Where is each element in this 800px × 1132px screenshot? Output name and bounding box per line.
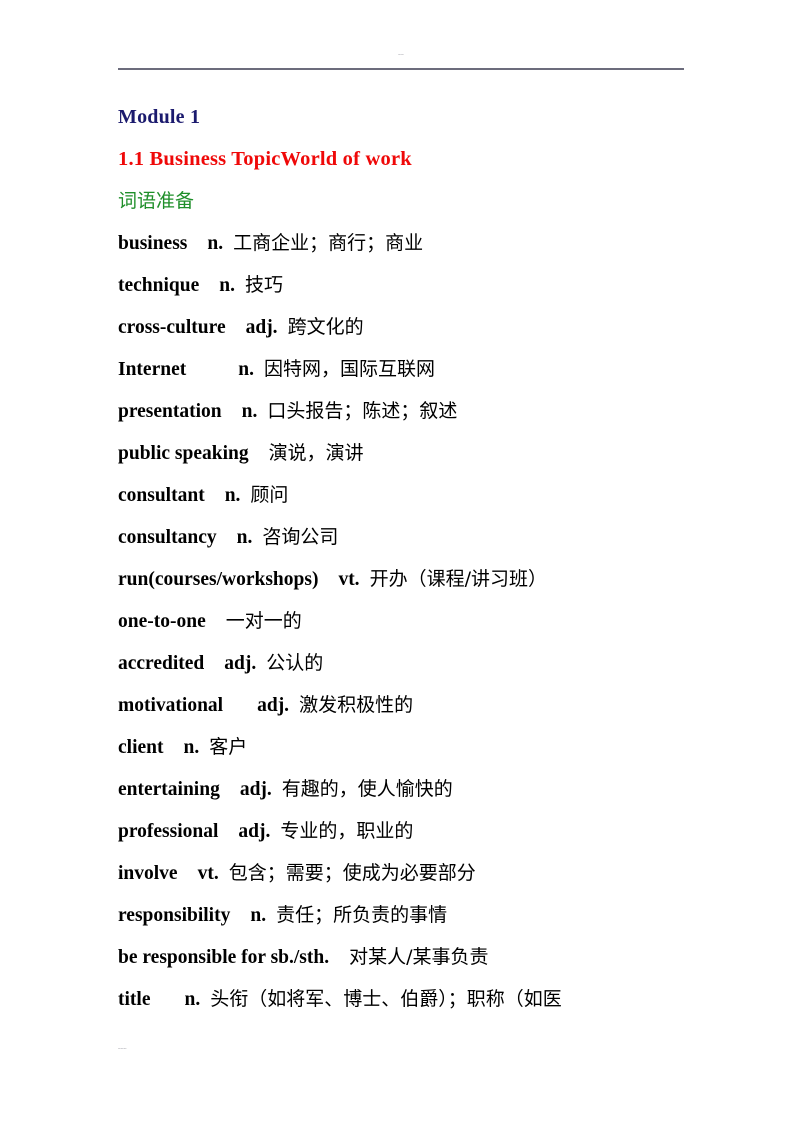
- vocabulary-term: involve: [118, 863, 178, 884]
- heading-topic-number: 1.1 Business Topic: [118, 148, 281, 170]
- vocabulary-entry: title n. 头衔（如将军、博士、伯爵）；职称（如医: [118, 978, 684, 1020]
- vocabulary-entry: technique n. 技巧: [118, 264, 684, 306]
- page-header: ~~: [118, 52, 684, 74]
- vocabulary-entry: consultant n. 顾问: [118, 474, 684, 516]
- vocabulary-gloss: 公认的: [266, 652, 324, 674]
- vocabulary-part-of-speech: n.: [224, 485, 241, 506]
- header-rule: [118, 68, 684, 70]
- footer-running-text: ~~~: [118, 1047, 127, 1052]
- vocabulary-part-of-speech: n.: [250, 905, 267, 926]
- vocabulary-entry: be responsible for sb./sth. 对某人/某事负责: [118, 936, 684, 978]
- vocabulary-term: motivational: [118, 695, 224, 716]
- vocabulary-gloss: 工商企业；商行；商业: [233, 232, 424, 254]
- vocabulary-gloss: 跨文化的: [287, 316, 364, 338]
- vocabulary-term: entertaining: [118, 779, 220, 800]
- vocabulary-term: client: [118, 737, 164, 758]
- vocabulary-gloss: 有趣的，使人愉快的: [281, 778, 453, 800]
- vocabulary-term: title: [118, 989, 151, 1010]
- vocabulary-term: public speaking: [118, 443, 249, 464]
- vocabulary-part-of-speech: n.: [219, 275, 235, 296]
- vocabulary-gloss: 技巧: [245, 274, 284, 296]
- vocabulary-part-of-speech: n.: [241, 401, 258, 422]
- vocabulary-term: accredited: [118, 653, 205, 674]
- vocabulary-entry: client n. 客户: [118, 726, 684, 768]
- vocabulary-term: presentation: [118, 401, 222, 422]
- vocabulary-part-of-speech: vt.: [197, 863, 219, 884]
- vocabulary-part-of-speech: adj.: [257, 695, 290, 716]
- vocabulary-list: business n. 工商企业；商行；商业 technique n. 技巧 cross-c…: [118, 222, 684, 1020]
- vocabulary-gloss: 顾问: [250, 484, 289, 506]
- heading-vocab-section: 词语准备: [118, 180, 684, 222]
- vocabulary-gloss: 头衔（如将军、博士、伯爵）；职称（如医: [210, 988, 562, 1010]
- vocabulary-term: technique: [118, 275, 200, 296]
- vocabulary-part-of-speech: adj.: [239, 779, 272, 800]
- vocabulary-term: run(courses/workshops): [118, 569, 319, 590]
- vocabulary-term: business: [118, 233, 188, 254]
- vocabulary-entry: business n. 工商企业；商行；商业: [118, 222, 684, 264]
- heading-module: Module 1: [118, 96, 684, 138]
- vocabulary-entry: professional adj. 专业的，职业的: [118, 810, 684, 852]
- vocabulary-part-of-speech: adj.: [238, 821, 271, 842]
- vocabulary-gloss: 演说，演讲: [268, 442, 364, 464]
- page-footer: ~~~: [118, 1046, 684, 1066]
- vocabulary-gloss: 包含；需要；使成为必要部分: [228, 862, 476, 884]
- vocabulary-term: Internet: [118, 359, 187, 380]
- vocabulary-gloss: 客户: [209, 736, 248, 758]
- vocabulary-term: consultant: [118, 485, 205, 506]
- vocabulary-entry: motivational adj. 激发积极性的: [118, 684, 684, 726]
- vocabulary-entry: involve vt. 包含；需要；使成为必要部分: [118, 852, 684, 894]
- vocabulary-gloss: 一对一的: [225, 610, 302, 632]
- vocabulary-gloss: 对某人/某事负责: [349, 946, 489, 968]
- vocabulary-part-of-speech: adj.: [245, 317, 278, 338]
- vocabulary-term: consultancy: [118, 527, 217, 548]
- heading-vocab-section-text: 词语准备: [118, 190, 195, 212]
- vocabulary-entry: responsibility n. 责任；所负责的事情: [118, 894, 684, 936]
- vocabulary-gloss: 口头报告；陈述；叙述: [267, 400, 458, 422]
- vocabulary-entry: one-to-one 一对一的: [118, 600, 684, 642]
- vocabulary-entry: accredited adj. 公认的: [118, 642, 684, 684]
- heading-business-topic: 1.1 Business TopicWorld of work: [118, 138, 684, 180]
- vocabulary-part-of-speech: n.: [238, 359, 254, 380]
- vocabulary-gloss: 因特网，国际互联网: [263, 358, 435, 380]
- vocabulary-part-of-speech: vt.: [338, 569, 360, 590]
- header-running-text: ~~: [398, 53, 404, 58]
- vocabulary-entry: Internet n. 因特网，国际互联网: [118, 348, 684, 390]
- vocabulary-entry: public speaking 演说，演讲: [118, 432, 684, 474]
- vocabulary-part-of-speech: n.: [207, 233, 224, 254]
- vocabulary-gloss: 开办（课程/讲习班）: [369, 568, 547, 590]
- vocabulary-term: responsibility: [118, 905, 231, 926]
- vocabulary-entry: cross-culture adj. 跨文化的: [118, 306, 684, 348]
- vocabulary-entry: consultancy n. 咨询公司: [118, 516, 684, 558]
- document-page: ~~ Module 1 1.1 Business TopicWorld of w…: [0, 0, 800, 1132]
- vocabulary-part-of-speech: n.: [184, 989, 201, 1010]
- vocabulary-gloss: 责任；所负责的事情: [276, 904, 448, 926]
- vocabulary-part-of-speech: n.: [183, 737, 200, 758]
- vocabulary-term: cross-culture: [118, 317, 226, 338]
- vocabulary-gloss: 专业的，职业的: [280, 820, 414, 842]
- vocabulary-term: professional: [118, 821, 219, 842]
- vocabulary-entry: run(courses/workshops) vt. 开办（课程/讲习班）: [118, 558, 684, 600]
- heading-topic-subject: World of work: [280, 148, 412, 170]
- vocabulary-gloss: 咨询公司: [262, 526, 339, 548]
- vocabulary-part-of-speech: adj.: [224, 653, 257, 674]
- document-body: Module 1 1.1 Business TopicWorld of work…: [118, 96, 684, 1020]
- vocabulary-gloss: 激发积极性的: [299, 694, 414, 716]
- vocabulary-term: one-to-one: [118, 611, 206, 632]
- vocabulary-entry: presentation n. 口头报告；陈述；叙述: [118, 390, 684, 432]
- vocabulary-term: be responsible for sb./sth.: [118, 947, 330, 968]
- heading-module-text: Module 1: [118, 106, 201, 128]
- vocabulary-entry: entertaining adj. 有趣的，使人愉快的: [118, 768, 684, 810]
- vocabulary-part-of-speech: n.: [236, 527, 253, 548]
